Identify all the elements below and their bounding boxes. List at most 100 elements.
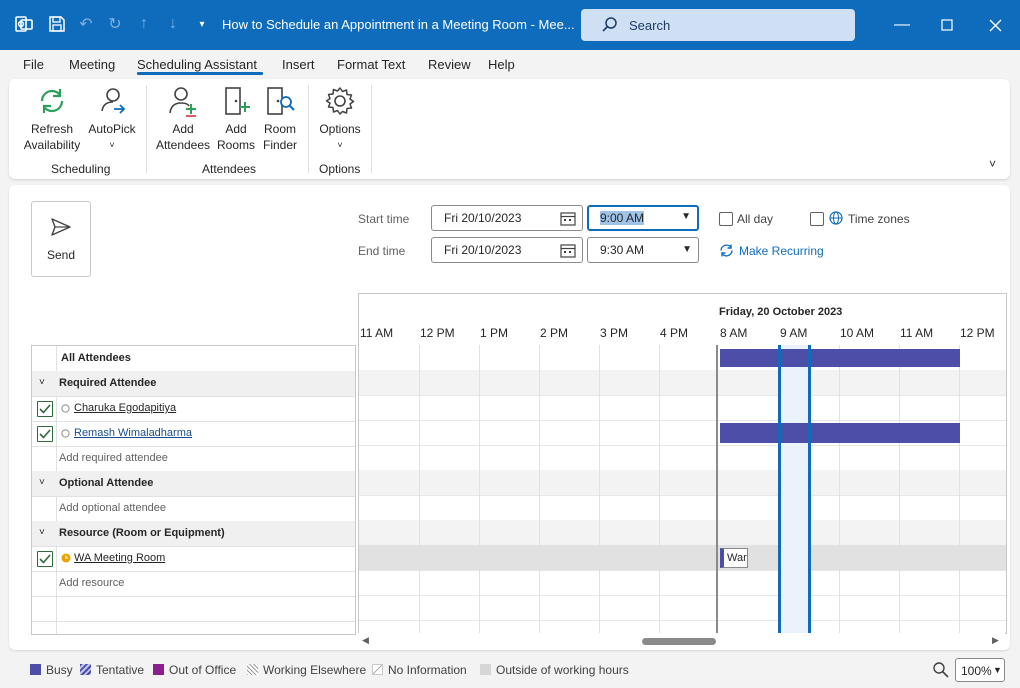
autopick-label: AutoPick: [88, 122, 136, 136]
menu-review[interactable]: Review: [428, 57, 471, 72]
attendee-checkbox[interactable]: [37, 426, 53, 442]
customize-toolbar-icon[interactable]: ▾: [192, 14, 212, 34]
menu-meeting[interactable]: Meeting: [69, 57, 115, 72]
attendee-name[interactable]: Remash Wimaladharma: [74, 427, 192, 439]
required-group-row[interactable]: ˅ Required Attendee: [32, 371, 355, 397]
end-time-label: End time: [358, 244, 406, 258]
down-arrow-icon[interactable]: ↓: [163, 14, 183, 34]
menu-format-text[interactable]: Format Text: [337, 57, 405, 72]
menu-file[interactable]: File: [23, 57, 44, 72]
scroll-thumb[interactable]: [642, 638, 716, 645]
outside-hours-swatch: [480, 664, 491, 675]
resource-name[interactable]: WA Meeting Room: [74, 552, 165, 564]
checkbox-cell: [32, 346, 57, 371]
add-optional-attendee[interactable]: Add optional attendee: [59, 502, 166, 514]
close-icon[interactable]: [980, 10, 1010, 40]
search-input[interactable]: Search: [581, 9, 855, 41]
add-attendees-button[interactable]: Add Attendees: [155, 85, 211, 153]
menu-insert[interactable]: Insert: [282, 57, 315, 72]
chevron-down-icon[interactable]: ˅: [39, 477, 45, 488]
resource-busy-block[interactable]: War: [720, 548, 748, 568]
scroll-right-icon[interactable]: ▶: [992, 635, 999, 646]
meeting-end-line[interactable]: [808, 345, 811, 633]
calendar-icon[interactable]: [560, 211, 576, 226]
freebusy-grid[interactable]: War: [358, 345, 1007, 634]
add-optional-row[interactable]: Add optional attendee: [32, 496, 355, 522]
horizontal-scrollbar[interactable]: ◀ ▶: [358, 633, 1005, 649]
add-resource-row[interactable]: Add resource: [32, 571, 355, 597]
active-tab-indicator: [137, 72, 263, 75]
checkbox-cell: [32, 421, 57, 446]
autopick-button[interactable]: AutoPick ˅: [85, 85, 139, 153]
scroll-left-icon[interactable]: ◀: [362, 635, 369, 646]
redo-icon[interactable]: ↻: [105, 14, 125, 34]
legend-outside-hours-label: Outside of working hours: [496, 663, 629, 677]
attendee-checkbox[interactable]: [37, 401, 53, 417]
dropdown-arrow-icon: ▼: [681, 211, 691, 222]
refresh-label-1: Refresh: [30, 122, 74, 136]
menu-scheduling-assistant[interactable]: Scheduling Assistant: [137, 57, 257, 72]
save-icon[interactable]: [47, 14, 67, 34]
legend-tentative-label: Tentative: [96, 663, 145, 677]
start-time-select[interactable]: 9:00 AM ▼: [587, 205, 699, 231]
add-rooms-button[interactable]: Add Rooms: [214, 85, 258, 153]
grid-row: [359, 445, 1006, 471]
checkbox-cell: [32, 546, 57, 571]
end-date-input[interactable]: Fri 20/10/2023: [431, 237, 583, 263]
send-button[interactable]: Send: [31, 201, 91, 277]
zoom-select[interactable]: 100% ▼: [955, 658, 1005, 682]
time-zones-checkbox[interactable]: [810, 212, 824, 226]
empty-row: [32, 621, 355, 634]
resource-checkbox[interactable]: [37, 551, 53, 567]
grid-row: [359, 470, 1006, 496]
up-arrow-icon[interactable]: ↑: [134, 14, 154, 34]
add-required-attendee[interactable]: Add required attendee: [59, 452, 168, 464]
start-date-input[interactable]: Fri 20/10/2023: [431, 205, 583, 231]
hour-label: 10 AM: [840, 326, 875, 340]
window-title: How to Schedule an Appointment in a Meet…: [222, 17, 575, 32]
chevron-down-icon[interactable]: ˅: [39, 527, 45, 538]
chevron-down-icon[interactable]: ˅: [39, 377, 45, 388]
make-recurring-link[interactable]: Make Recurring: [739, 244, 824, 258]
end-time-select[interactable]: 9:30 AM ▼: [587, 237, 699, 263]
all-day-label: All day: [737, 212, 774, 226]
minimize-icon[interactable]: —: [887, 10, 917, 40]
zoom-icon[interactable]: [932, 661, 950, 679]
add-required-row[interactable]: Add required attendee: [32, 446, 355, 472]
grid-row: [359, 595, 1006, 621]
ribbon-separator: [146, 85, 147, 173]
maximize-icon[interactable]: [932, 10, 962, 40]
hour-gridline: [959, 345, 960, 633]
attendee-row: Remash Wimaladharma: [32, 421, 355, 447]
resource-busy-label: War: [727, 552, 747, 564]
refresh-availability-button[interactable]: Refresh Availability: [19, 85, 85, 153]
add-resource[interactable]: Add resource: [59, 577, 124, 589]
add-rooms-label-1: Add: [225, 122, 247, 136]
refresh-label-2: Availability: [23, 138, 81, 152]
dropdown-arrow-icon: ▼: [993, 665, 1002, 675]
resource-group-row[interactable]: ˅ Resource (Room or Equipment): [32, 521, 355, 547]
calendar-icon[interactable]: [560, 243, 576, 258]
no-information-swatch: [372, 664, 383, 675]
options-button[interactable]: Options ˅: [313, 85, 367, 153]
hour-gridline: [539, 345, 540, 633]
grid-row: [359, 570, 1006, 596]
hour-label: 11 AM: [360, 326, 394, 340]
legend-working-elsewhere: Working Elsewhere: [247, 663, 366, 677]
end-time-value: 9:30 AM: [600, 243, 645, 257]
attendee-name[interactable]: Charuka Egodapitiya: [74, 402, 176, 414]
room-finder-button[interactable]: Room Finder: [259, 85, 301, 153]
meeting-start-line[interactable]: [778, 345, 781, 633]
group-scheduling: Scheduling: [51, 162, 111, 176]
gear-icon: [325, 87, 355, 115]
menu-help[interactable]: Help: [488, 57, 515, 72]
hour-label: 8 AM: [720, 326, 748, 340]
legend-no-information-label: No Information: [388, 663, 467, 677]
collapse-ribbon-icon[interactable]: ˅: [989, 157, 996, 171]
optional-group-row[interactable]: ˅ Optional Attendee: [32, 471, 355, 497]
legend-out-of-office-label: Out of Office: [169, 663, 237, 677]
undo-icon[interactable]: ↶: [76, 14, 96, 34]
time-zones-label: Time zones: [848, 212, 910, 226]
ribbon-separator: [371, 85, 372, 173]
all-day-checkbox[interactable]: [719, 212, 733, 226]
